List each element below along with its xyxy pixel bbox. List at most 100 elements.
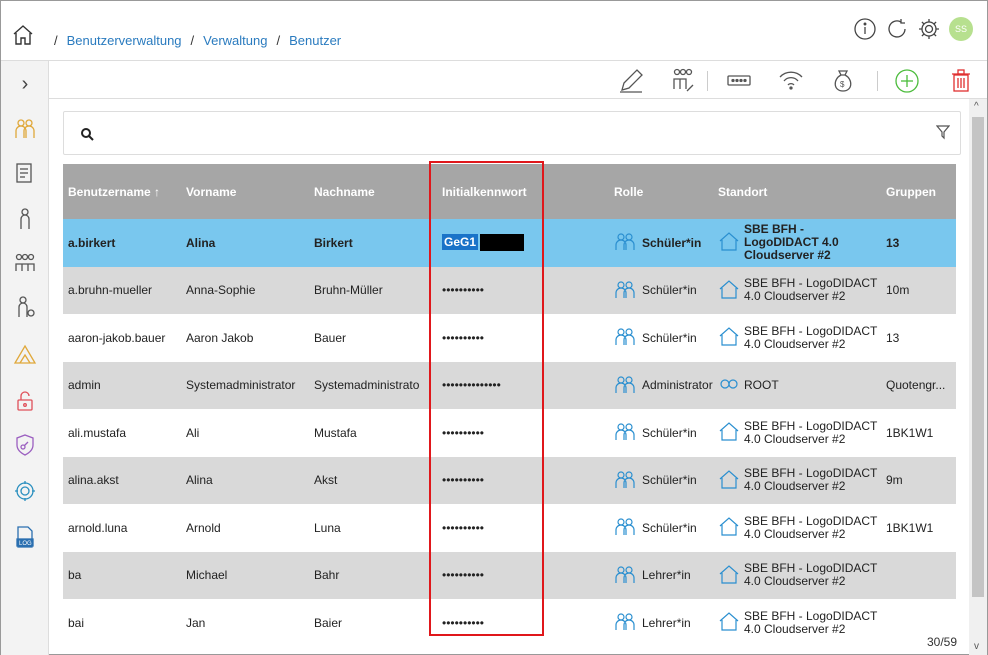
table-row[interactable]: a.birkert Alina Birkert GeG1 Schüler*in SBE B… — [63, 219, 956, 267]
cell-initialpassword: •••••••••••••• — [437, 361, 609, 409]
password-masked: •••••••••• — [442, 615, 485, 630]
role-icon — [614, 468, 636, 493]
cell-role: Schüler*in — [609, 266, 713, 314]
triangle-warning-icon[interactable] — [13, 343, 37, 367]
role-label: Schüler*in — [642, 330, 697, 345]
cell-initialpassword: •••••••••• — [437, 314, 609, 362]
breadcrumb: / Benutzerverwaltung / Verwaltung / Benu… — [45, 33, 341, 48]
cell-site: SBE BFH - LogoDIDACT 4.0 Cloudserver #2 — [713, 266, 881, 314]
role-label: Schüler*in — [642, 425, 697, 440]
table-row[interactable]: admin Systemadministrator Systemadministra… — [63, 361, 956, 409]
site-label: ROOT — [744, 377, 779, 392]
breadcrumb-separator: / — [276, 33, 281, 48]
cell-username: a.bruhn-mueller — [63, 266, 181, 314]
password-masked: •••••••••• — [442, 568, 485, 583]
search-bar — [63, 111, 961, 155]
home-icon[interactable] — [11, 23, 35, 47]
column-header-vorname[interactable]: Vorname — [181, 164, 309, 219]
site-icon — [718, 468, 740, 493]
column-header-standort[interactable]: Standort — [713, 164, 881, 219]
role-label: Lehrer*in — [642, 615, 691, 630]
add-icon[interactable] — [893, 67, 921, 95]
table-row[interactable]: a.bruhn-mueller Anna-Sophie Bruhn-Müller ••… — [63, 266, 956, 314]
edit-icon[interactable] — [617, 67, 645, 95]
site-label: SBE BFH - LogoDIDACT 4.0 Cloudserver #2 — [744, 466, 878, 494]
search-input[interactable] — [94, 122, 894, 146]
cell-firstname: Michael — [181, 551, 309, 599]
cell-firstname: Alina — [181, 456, 309, 504]
column-header-gruppen[interactable]: Gruppen — [881, 164, 956, 219]
site-label: SBE BFH - LogoDIDACT 4.0 Cloudserver #2 — [744, 608, 878, 636]
site-label: SBE BFH - LogoDIDACT 4.0 Cloudserver #2 — [744, 323, 878, 351]
info-icon[interactable] — [853, 17, 877, 41]
password-masked: •••••••••• — [442, 330, 485, 345]
settings-users-icon[interactable] — [13, 479, 37, 503]
user-table: Benutzername ↑ Vorname Nachname Initialk… — [63, 164, 956, 655]
group-icon[interactable] — [13, 251, 37, 275]
gear-icon[interactable] — [917, 17, 941, 41]
breadcrumb-benutzerverwaltung[interactable]: Benutzerverwaltung — [67, 33, 182, 48]
role-label: Schüler*in — [642, 473, 697, 488]
table-row[interactable]: aaron-jakob.bauer Aaron Jakob Bauer •••••••… — [63, 314, 956, 362]
toolbar-separator — [707, 71, 708, 91]
unlock-icon[interactable] — [13, 389, 37, 413]
delete-icon[interactable] — [947, 67, 975, 95]
shield-key-icon[interactable] — [13, 433, 37, 457]
cell-site: SBE BFH - LogoDIDACT 4.0 Cloudserver #2 — [713, 456, 881, 504]
vertical-scrollbar[interactable] — [969, 99, 987, 655]
site-label: SBE BFH - LogoDIDACT 4.0 Cloudserver #2 — [744, 418, 878, 446]
log-icon[interactable]: LOG — [13, 525, 37, 549]
table-header-row: Benutzername ↑ Vorname Nachname Initialk… — [63, 164, 956, 219]
site-icon — [718, 610, 740, 635]
cell-groups: 9m — [881, 456, 956, 504]
table-row[interactable]: arnold.luna Arnold Luna •••••••••• Schüler*i… — [63, 504, 956, 552]
cell-site: ROOT — [713, 361, 881, 409]
filter-icon[interactable] — [936, 124, 950, 140]
scroll-down-icon[interactable]: v — [974, 641, 979, 652]
users-group-icon[interactable] — [13, 117, 37, 141]
top-bar: / Benutzerverwaltung / Verwaltung / Benu… — [1, 1, 987, 61]
user-admin-icon[interactable] — [13, 295, 37, 319]
cell-lastname: Bahr — [309, 551, 437, 599]
table-row[interactable]: bai Jan Baier •••••••••• Lehrer*in SBE BFH - … — [63, 599, 956, 647]
cell-username: a.birkert — [63, 219, 181, 267]
cell-lastname: Birkert — [309, 219, 437, 267]
breadcrumb-benutzer[interactable]: Benutzer — [289, 33, 341, 48]
cell-groups: 10m — [881, 266, 956, 314]
scrollbar-thumb[interactable] — [972, 117, 984, 597]
search-icon — [81, 128, 94, 141]
edit-group-icon[interactable] — [669, 67, 697, 95]
wifi-edit-icon[interactable] — [777, 67, 805, 95]
column-header-rolle[interactable]: Rolle — [609, 164, 713, 219]
role-icon — [614, 420, 636, 445]
avatar[interactable]: SS — [949, 17, 973, 41]
cell-lastname: Baier — [309, 599, 437, 647]
cell-firstname: Alina — [181, 219, 309, 267]
column-header-initialkennwort[interactable]: Initialkennwort — [437, 164, 609, 219]
report-icon[interactable] — [13, 161, 37, 185]
cell-initialpassword: •••••••••• — [437, 266, 609, 314]
table-row[interactable]: alina.akst Alina Akst •••••••••• Schüler*in S… — [63, 456, 956, 504]
scroll-up-icon[interactable]: ^ — [974, 101, 979, 112]
site-icon — [718, 420, 740, 445]
cell-lastname: Bauer — [309, 314, 437, 362]
breadcrumb-verwaltung[interactable]: Verwaltung — [203, 33, 267, 48]
table-row[interactable]: ali.mustafa Ali Mustafa •••••••••• Schüler*i… — [63, 409, 956, 457]
role-label: Schüler*in — [642, 283, 697, 298]
role-icon — [614, 230, 636, 255]
refresh-icon[interactable] — [885, 17, 909, 41]
sidebar-expand-button[interactable]: › — [1, 69, 49, 99]
column-header-benutzername[interactable]: Benutzername ↑ — [63, 164, 181, 219]
site-icon — [718, 325, 740, 350]
cell-role: Schüler*in — [609, 504, 713, 552]
quota-edit-icon[interactable]: $ — [829, 67, 857, 95]
single-user-icon[interactable] — [13, 207, 37, 231]
table-row[interactable]: ba Michael Bahr •••••••••• Lehrer*in SBE BFH … — [63, 551, 956, 599]
cell-firstname: Systemadministrator — [181, 361, 309, 409]
cell-initialpassword: •••••••••• — [437, 551, 609, 599]
column-header-nachname[interactable]: Nachname — [309, 164, 437, 219]
password-masked: •••••••••• — [442, 283, 485, 298]
cell-username: ba — [63, 551, 181, 599]
role-icon — [614, 325, 636, 350]
password-icon[interactable] — [725, 67, 753, 95]
